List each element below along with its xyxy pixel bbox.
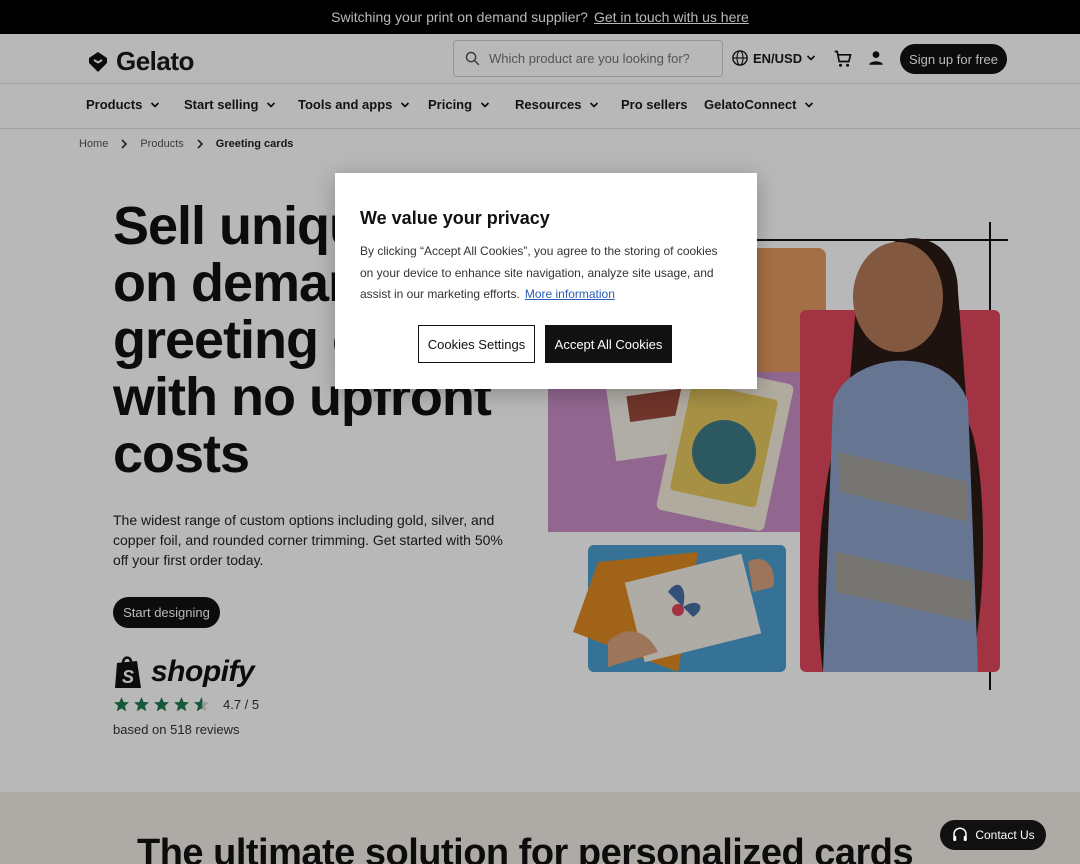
cookie-dialog-title: We value your privacy (360, 208, 550, 228)
modal-backdrop (0, 34, 1080, 864)
contact-label: Contact Us (975, 828, 1035, 842)
cookie-actions: Cookies Settings Accept All Cookies (418, 325, 672, 363)
more-information-link[interactable]: More information (525, 287, 615, 301)
cookie-dialog-body: By clicking “Accept All Cookies”, you ag… (360, 241, 732, 306)
cookie-consent-dialog: We value your privacy By clicking “Accep… (335, 173, 757, 389)
accept-all-cookies-button[interactable]: Accept All Cookies (545, 325, 672, 363)
cookies-settings-button[interactable]: Cookies Settings (418, 325, 535, 363)
contact-us-button[interactable]: Contact Us (940, 820, 1046, 850)
modal-backdrop-top (0, 0, 1080, 34)
headset-icon (953, 827, 968, 841)
